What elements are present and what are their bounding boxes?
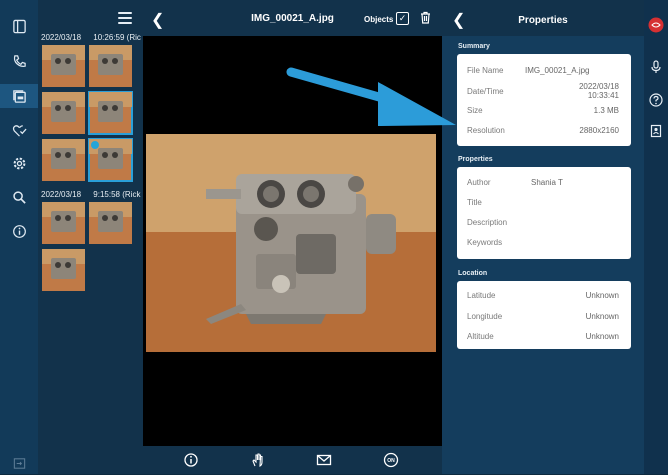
title-label: Title: [467, 198, 482, 207]
contacts-icon[interactable]: [649, 124, 663, 138]
search-icon[interactable]: [0, 185, 38, 209]
thumbnail[interactable]: [89, 45, 132, 87]
keywords-label: Keywords: [467, 238, 503, 247]
author-value: Shania T: [531, 178, 563, 187]
info-icon[interactable]: [183, 452, 199, 468]
panel-icon[interactable]: [0, 14, 38, 38]
group-header: 2022/03/18 9:15:58 (Rick: [41, 190, 140, 199]
selected-badge-icon: [91, 141, 99, 149]
date-value: 2022/03/18: [578, 82, 619, 91]
latitude-value: Unknown: [585, 291, 619, 300]
group-time: 9:15:58: [93, 190, 120, 199]
mic-icon[interactable]: [649, 60, 663, 74]
thumbnail[interactable]: [42, 249, 85, 291]
group-date: 2022/03/18: [41, 190, 82, 199]
altitude-label: Altitude: [467, 332, 494, 341]
thumbnail[interactable]: [89, 202, 132, 244]
objects-label: Objects: [364, 15, 394, 24]
file-name-label: File Name: [467, 66, 504, 75]
resolution-label: Resolution: [467, 126, 505, 135]
section-heading-properties: Properties: [458, 156, 493, 163]
author-label: Author: [467, 178, 491, 187]
info-icon[interactable]: [0, 219, 38, 243]
svg-text:ON: ON: [387, 458, 395, 464]
file-name-value: IMG_00021_A.jpg: [525, 66, 590, 75]
objects-checkbox[interactable]: ✓: [396, 12, 409, 25]
group-time: 10:26:59: [93, 33, 125, 42]
description-label: Description: [467, 218, 508, 227]
thumbnail-selected[interactable]: [88, 138, 133, 182]
on-icon[interactable]: ON: [383, 452, 399, 468]
left-nav-rail: [0, 0, 38, 474]
heart-check-icon[interactable]: [0, 118, 38, 142]
time-value: 10:33:41: [587, 91, 619, 100]
trash-icon[interactable]: [420, 11, 431, 24]
viewer-header: ❮ IMG_00021_A.jpg Objects ✓: [143, 0, 442, 36]
gallery-icon[interactable]: [0, 84, 38, 108]
section-heading-summary: Summary: [458, 43, 490, 50]
thumbnail[interactable]: [42, 92, 85, 134]
location-card: Latitude Unknown Longitude Unknown Altit…: [457, 281, 631, 349]
altitude-value: Unknown: [585, 332, 619, 341]
record-icon[interactable]: [648, 17, 664, 33]
group-header: 2022/03/18 10:26:59 (Ric: [41, 33, 141, 42]
mail-icon[interactable]: [316, 452, 332, 468]
thumbnail[interactable]: [42, 45, 85, 87]
image-viewer: ❮ IMG_00021_A.jpg Objects ✓ ON: [143, 0, 442, 474]
thumbnail[interactable]: [88, 91, 133, 135]
thumbnail-gallery: 2022/03/18 10:26:59 (Ric 2022/03/18 9:15…: [38, 0, 143, 474]
datetime-label: Date/Time: [467, 87, 504, 96]
size-value: 1.3 MB: [593, 106, 619, 115]
phone-icon[interactable]: [0, 49, 38, 73]
group-author: (Ric: [126, 33, 141, 42]
summary-card: File Name IMG_00021_A.jpg Date/Time 2022…: [457, 54, 631, 146]
hamburger-menu-icon[interactable]: [118, 12, 132, 24]
latitude-label: Latitude: [467, 291, 496, 300]
hand-icon[interactable]: [250, 452, 266, 468]
settings-icon[interactable]: [0, 151, 38, 175]
properties-title: Properties: [518, 15, 568, 26]
resolution-value: 2880x2160: [579, 126, 619, 135]
group-author: (Rick: [122, 190, 141, 199]
exit-icon[interactable]: [0, 451, 38, 475]
carburetor-photo: [146, 134, 436, 352]
group-date: 2022/03/18: [41, 33, 82, 42]
size-label: Size: [467, 106, 483, 115]
thumbnail[interactable]: [42, 202, 85, 244]
thumbnail[interactable]: [42, 139, 85, 181]
viewer-footer: ON: [143, 446, 442, 474]
longitude-label: Longitude: [467, 312, 503, 321]
right-edge-toolbar: [644, 0, 668, 474]
longitude-value: Unknown: [585, 312, 619, 321]
help-icon[interactable]: [649, 93, 663, 107]
properties-panel: ❮ Properties Summary File Name IMG_00021…: [442, 0, 644, 474]
properties-header: ❮ Properties: [442, 0, 644, 36]
section-heading-location: Location: [458, 270, 488, 277]
properties-card: Author Shania T Title Description Keywor…: [457, 167, 631, 259]
